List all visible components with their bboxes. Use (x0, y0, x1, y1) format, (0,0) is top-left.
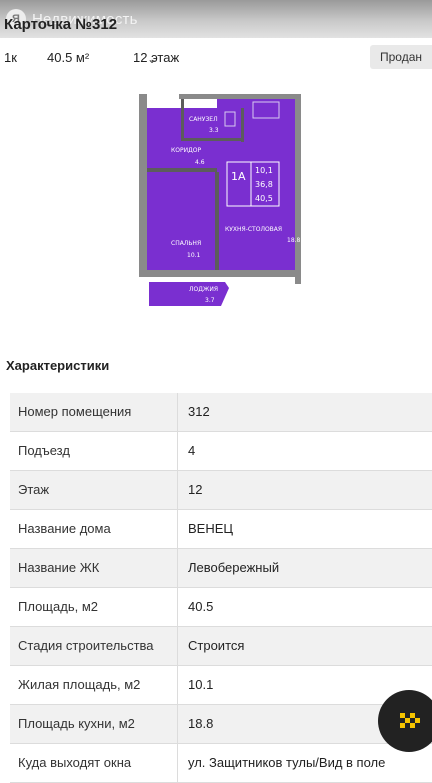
status-badge: Продан (370, 45, 432, 69)
taxi-button[interactable] (378, 690, 432, 752)
spec-value: 10.1 (188, 677, 214, 692)
table-row: Название ЖК Левобережный (10, 549, 432, 588)
table-row: Подъезд 4 (10, 432, 432, 471)
type-stat-living: 10,1 (255, 166, 273, 175)
spec-key: Название ЖК (18, 560, 100, 575)
floor-selector[interactable]: 12 этаж ⌄ (133, 50, 179, 66)
spec-key: Номер помещения (18, 404, 132, 419)
spec-value: Левобережный (188, 560, 280, 575)
chevron-down-icon: ⌄ (147, 52, 158, 66)
room-area-bedroom: 10.1 (187, 252, 201, 259)
spec-value: 312 (188, 404, 210, 419)
spec-key: Площадь кухни, м2 (18, 716, 135, 731)
room-label-kitchen: КУХНЯ-СТОЛОВАЯ (225, 226, 282, 233)
spec-key: Название дома (18, 521, 111, 536)
room-area-loggia: 3.7 (205, 297, 215, 304)
floor-plan[interactable]: САНУЗЕЛ 3.3 КОРИДОР 4.6 СПАЛЬНЯ 10.1 КУХ… (135, 92, 305, 318)
room-area-bathroom: 3.3 (209, 127, 219, 134)
spec-key: Подъезд (18, 443, 70, 458)
table-row: Площадь, м2 40.5 (10, 588, 432, 627)
spec-key: Стадия строительства (18, 638, 154, 653)
spec-value: Строится (188, 638, 245, 653)
table-row: Площадь кухни, м2 18.8 (10, 705, 432, 744)
rooms-count: 1к (4, 50, 17, 65)
table-row: Куда выходят окна ул. Защитников тулы/Ви… (10, 744, 432, 783)
apartment-type-label: 1А (231, 170, 246, 183)
room-label-loggia: ЛОДЖИЯ (189, 286, 218, 293)
room-area-corridor: 4.6 (195, 159, 205, 166)
table-row: Номер помещения 312 (10, 393, 432, 432)
spec-value: 18.8 (188, 716, 214, 731)
room-area-kitchen: 18.8 (287, 237, 301, 244)
spec-key: Этаж (18, 482, 50, 497)
spec-value: 40.5 (188, 599, 214, 614)
characteristics-title: Характеристики (6, 358, 110, 373)
spec-value: ВЕНЕЦ (188, 521, 234, 536)
spec-value: 4 (188, 443, 196, 458)
page-title: Карточка №312 (4, 16, 118, 33)
taxi-checker-icon (400, 713, 420, 728)
characteristics-table: Номер помещения 312 Подъезд 4 Этаж 12 На… (10, 393, 432, 783)
type-stat-total: 40,5 (255, 194, 273, 203)
table-row: Стадия строительства Строится (10, 627, 432, 666)
type-stat-useful: 36,8 (255, 180, 273, 189)
spec-key: Жилая площадь, м2 (18, 677, 141, 692)
table-row: Жилая площадь, м2 10.1 (10, 666, 432, 705)
table-row: Название дома ВЕНЕЦ (10, 510, 432, 549)
spec-key: Площадь, м2 (18, 599, 98, 614)
total-area: 40.5 м² (47, 50, 90, 65)
room-label-bedroom: СПАЛЬНЯ (171, 240, 201, 247)
spec-value: 12 (188, 482, 203, 497)
table-row: Этаж 12 (10, 471, 432, 510)
top-bar: Я Недвижимость Карточка №312 (0, 0, 432, 38)
room-label-corridor: КОРИДОР (171, 147, 201, 154)
room-label-bathroom: САНУЗЕЛ (189, 116, 218, 123)
summary-row: 1к 40.5 м² 12 этаж ⌄ (0, 48, 432, 70)
